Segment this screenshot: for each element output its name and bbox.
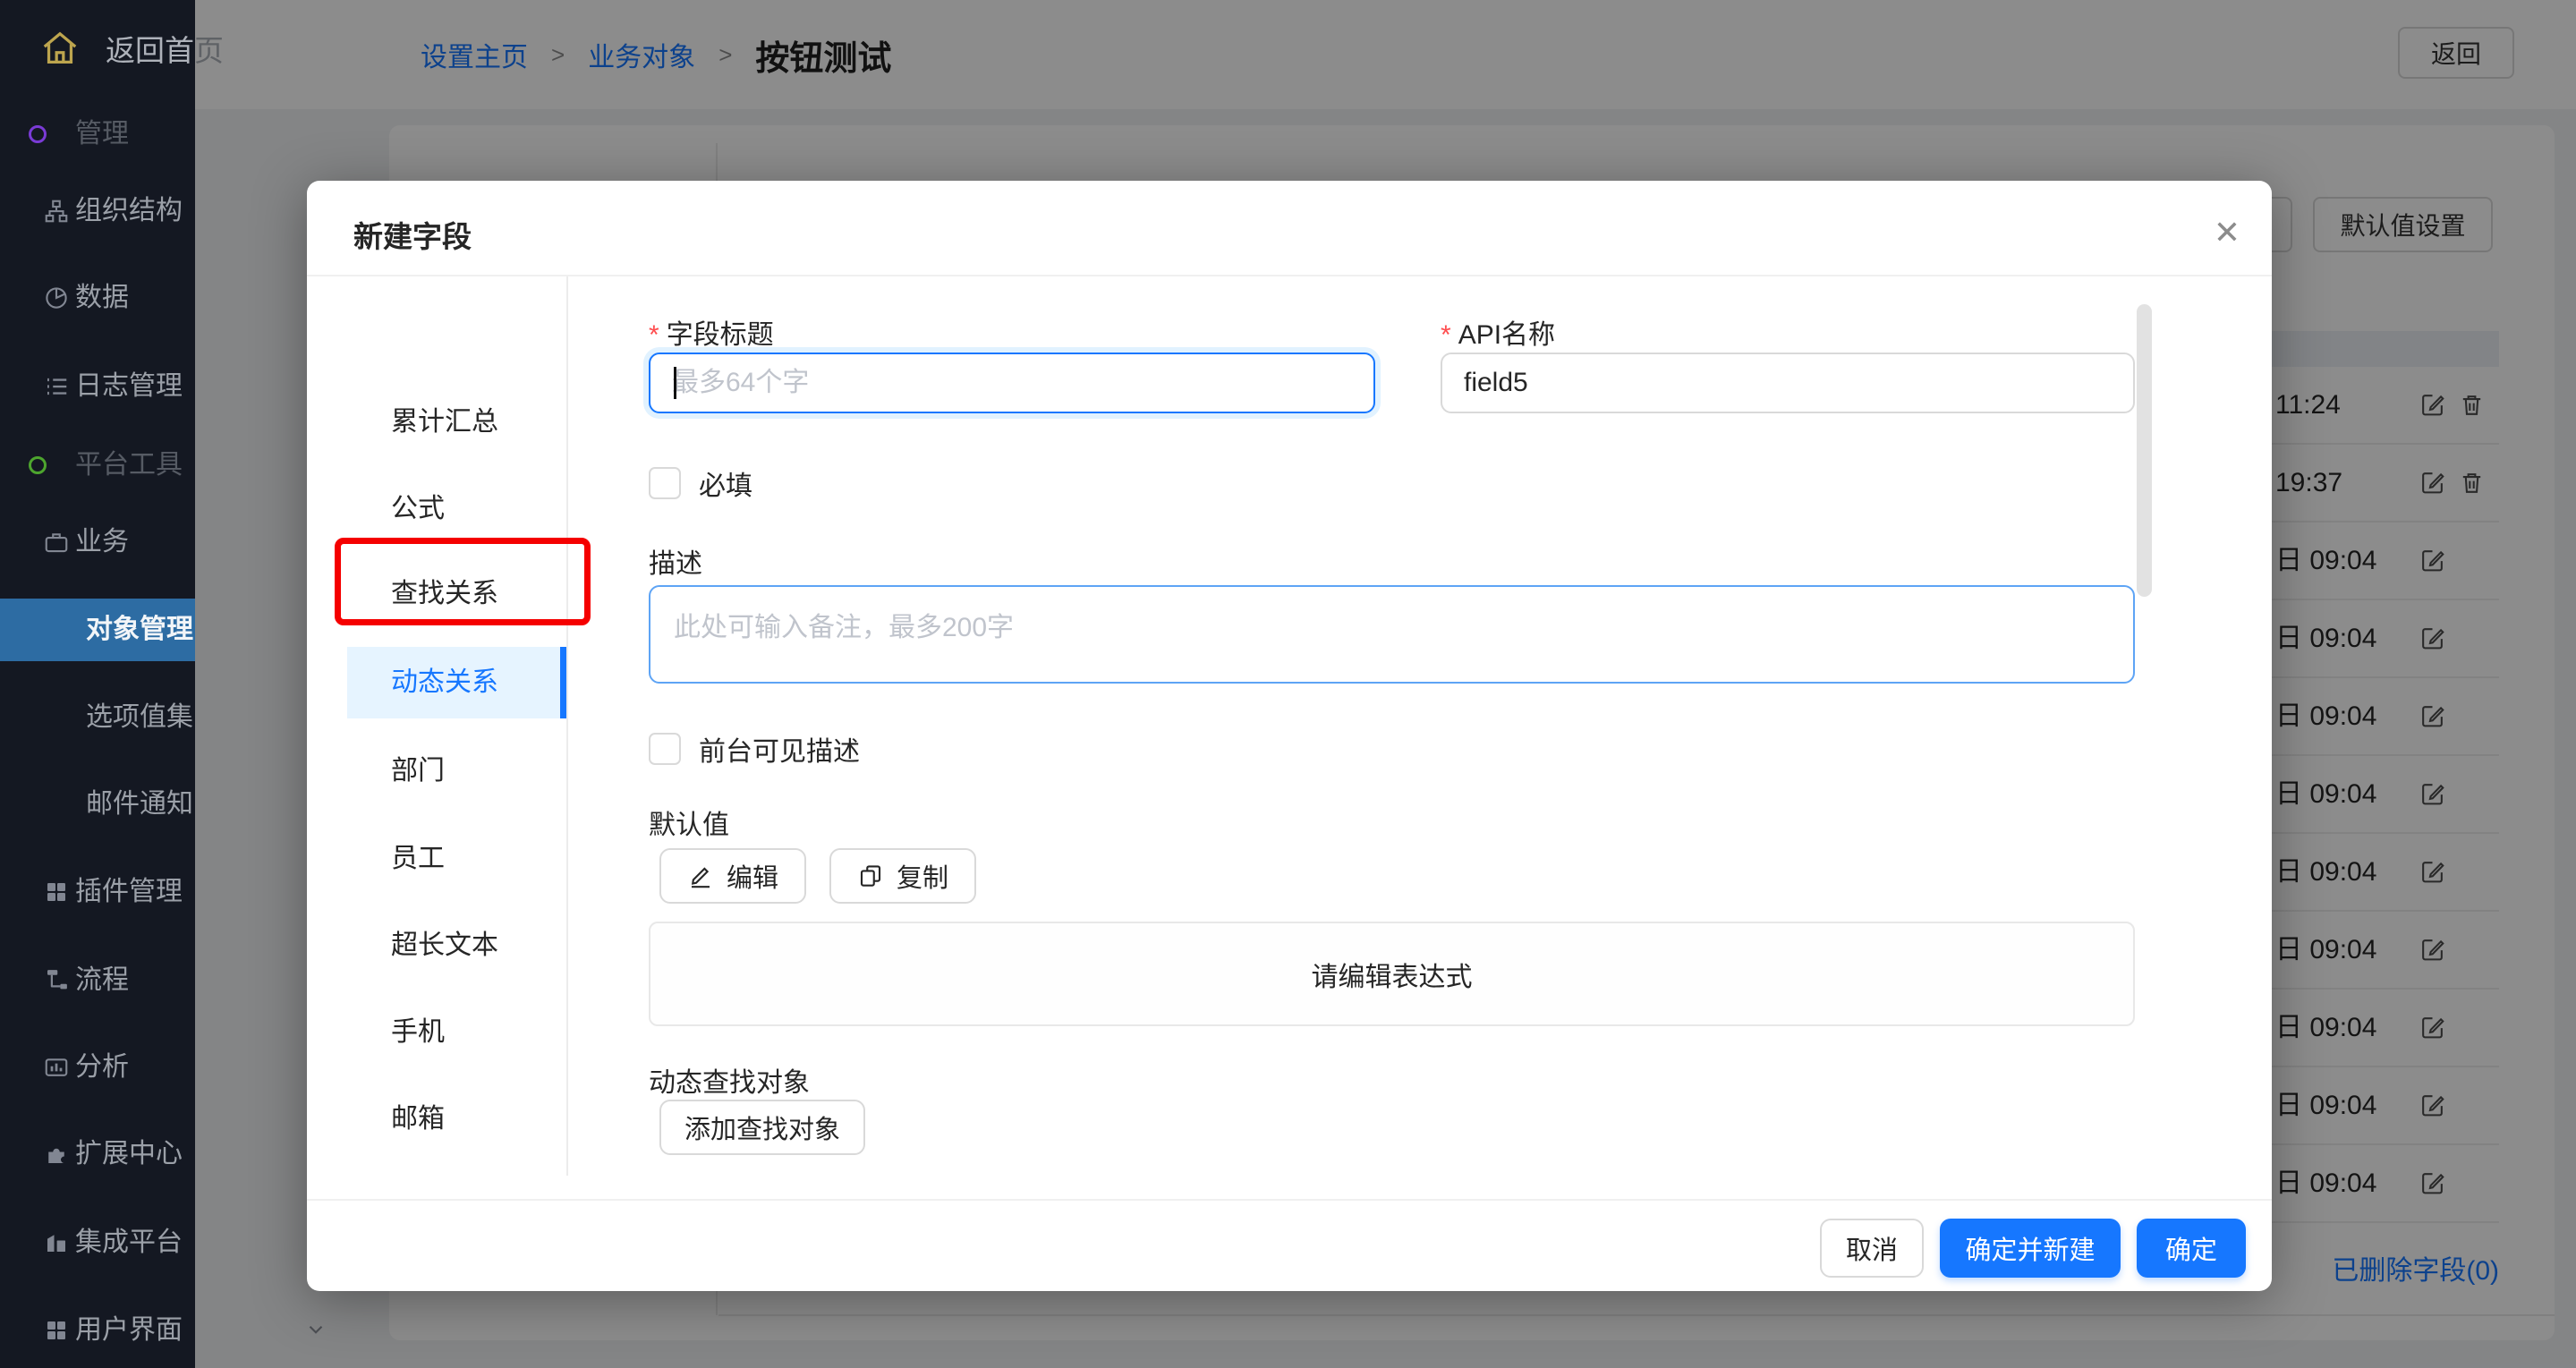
modal-body: 累计汇总 公式 查找关系 动态关系 部门 员工 超长文本 手机 邮箱 整数 多选… (307, 276, 2272, 1176)
required-checkbox-row: 必填 (649, 463, 752, 503)
home-icon (39, 28, 81, 69)
sidebar-item-user-interface[interactable]: 用户界面 (0, 1305, 195, 1355)
dynamic-lookup-label: 动态查找对象 (649, 1060, 810, 1100)
sidebar-item-log-management[interactable]: 日志管理 (0, 361, 195, 412)
text-caret (674, 367, 676, 399)
field-title-input[interactable] (649, 353, 1375, 413)
tab-integer[interactable]: 整数 (347, 1170, 566, 1176)
sidebar-item-org-structure[interactable]: 组织结构 (0, 186, 195, 236)
required-checkbox[interactable] (649, 467, 681, 499)
list-icon (43, 373, 70, 400)
tab-lookup-relation[interactable]: 查找关系 (347, 558, 566, 630)
sidebar-item-data[interactable]: 数据 (0, 273, 195, 323)
tab-formula[interactable]: 公式 (347, 473, 566, 545)
sidebar-item-plugin-management[interactable]: 插件管理 (0, 867, 195, 917)
grid-icon (43, 1317, 70, 1344)
sidebar: 返回首页 管理 组织结构 数据 日志管理 平台工具 业务 对象管理 (0, 0, 195, 1368)
tab-mobile[interactable]: 手机 (347, 997, 566, 1068)
tab-employee[interactable]: 员工 (347, 823, 566, 895)
modal-scrollbar-thumb[interactable] (2137, 304, 2152, 597)
tab-email[interactable]: 邮箱 (347, 1083, 566, 1155)
close-icon[interactable]: ✕ (2202, 208, 2252, 258)
default-value-label: 默认值 (649, 803, 729, 842)
bar-chart-icon (43, 1054, 70, 1081)
tab-department[interactable]: 部门 (347, 735, 566, 807)
flow-icon (43, 967, 70, 994)
copy-expression-button[interactable]: 复制 (829, 848, 976, 904)
front-visible-checkbox[interactable] (649, 733, 681, 765)
org-icon (43, 198, 70, 225)
new-field-modal: 新建字段 ✕ 累计汇总 公式 查找关系 动态关系 部门 员工 超长文本 手机 邮… (307, 181, 2272, 1291)
sidebar-item-mail-notification[interactable]: 邮件通知 (0, 779, 195, 829)
field-title-label: *字段标题 (649, 312, 774, 352)
required-checkbox-label: 必填 (699, 463, 752, 503)
sidebar-group-admin[interactable]: 管理 (0, 109, 195, 159)
sidebar-home[interactable]: 返回首页 (0, 20, 195, 77)
grid-icon (43, 879, 70, 905)
sidebar-item-integration-platform[interactable]: 集成平台 (0, 1218, 195, 1268)
pie-icon (43, 285, 70, 311)
pencil-icon (687, 862, 714, 889)
expression-box[interactable]: 请编辑表达式 (649, 922, 2135, 1026)
copy-icon (857, 862, 884, 889)
api-name-label: *API名称 (1441, 312, 1555, 352)
edit-expression-button[interactable]: 编辑 (659, 848, 806, 904)
sidebar-item-business[interactable]: 业务 (0, 517, 195, 567)
description-textarea[interactable] (649, 585, 2135, 684)
puzzle-icon (43, 1141, 70, 1168)
confirm-and-new-button[interactable]: 确定并新建 (1940, 1219, 2121, 1278)
description-label: 描述 (649, 541, 702, 581)
briefcase-icon (43, 529, 70, 556)
sidebar-item-workflow[interactable]: 流程 (0, 956, 195, 1006)
tab-rollup-summary[interactable]: 累计汇总 (347, 387, 566, 458)
sidebar-item-extension-center[interactable]: 扩展中心 (0, 1129, 195, 1179)
cancel-button[interactable]: 取消 (1820, 1219, 1924, 1278)
modal-footer-divider (307, 1199, 2272, 1201)
front-visible-checkbox-label: 前台可见描述 (699, 729, 860, 769)
api-name-input[interactable] (1441, 353, 2135, 413)
app-root: 返回首页 管理 组织结构 数据 日志管理 平台工具 业务 对象管理 (0, 0, 2576, 1368)
sidebar-item-option-value-set[interactable]: 选项值集 (0, 692, 195, 743)
add-lookup-object-button[interactable]: 添加查找对象 (659, 1100, 865, 1155)
sidebar-group-platform-tools[interactable]: 平台工具 (0, 440, 195, 490)
building-icon (43, 1229, 70, 1256)
sidebar-item-object-management[interactable]: 对象管理 (0, 599, 195, 661)
tabs-divider (566, 276, 568, 1176)
tab-long-text[interactable]: 超长文本 (347, 910, 566, 981)
modal-title: 新建字段 (353, 213, 472, 256)
confirm-button[interactable]: 确定 (2137, 1219, 2246, 1278)
ring-purple-icon (29, 125, 47, 143)
sidebar-item-analytics[interactable]: 分析 (0, 1042, 195, 1092)
front-visible-checkbox-row: 前台可见描述 (649, 729, 860, 769)
tab-dynamic-relation[interactable]: 动态关系 (347, 647, 566, 718)
ring-green-icon (29, 456, 47, 474)
